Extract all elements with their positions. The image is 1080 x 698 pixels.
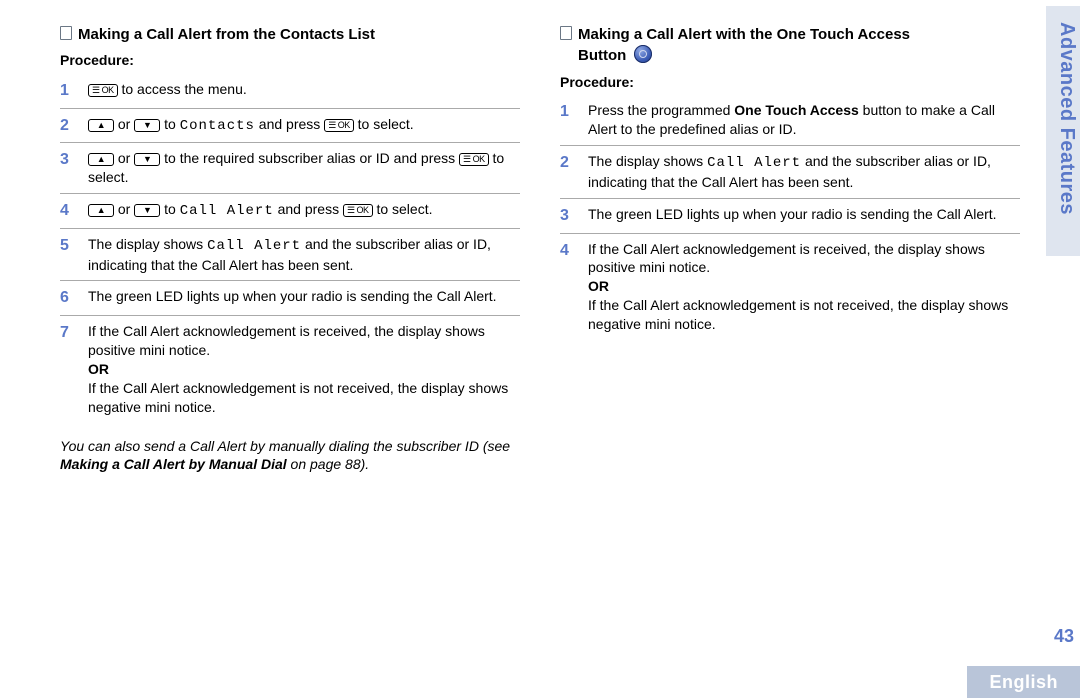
step-body: The display shows Call Alert and the sub…	[88, 235, 520, 275]
step-text: to the required subscriber alias or ID a…	[160, 150, 459, 166]
step-text: or	[114, 150, 134, 166]
ui-bold: One Touch Access	[734, 102, 858, 118]
step-number: 2	[60, 115, 78, 137]
up-key-icon: ▲	[88, 153, 114, 166]
step-text: and press	[255, 116, 324, 132]
document-icon	[60, 26, 72, 40]
procedure-label: Procedure:	[560, 73, 1020, 92]
step-number: 1	[60, 80, 78, 102]
step-row: 2 The display shows Call Alert and the s…	[560, 146, 1020, 199]
footnote-text: You can also send a Call Alert by manual…	[60, 438, 510, 454]
step-row: 5 The display shows Call Alert and the s…	[60, 229, 520, 282]
step-number: 3	[560, 205, 578, 227]
title-text: Button	[578, 47, 626, 64]
step-row: 3 The green LED lights up when your radi…	[560, 199, 1020, 234]
step-text: to access the menu.	[118, 81, 247, 97]
step-row: 4 ▲ or ▼ to Call Alert and press ☰ OK to…	[60, 194, 520, 229]
step-number: 7	[60, 322, 78, 416]
step-body: If the Call Alert acknowledgement is rec…	[88, 322, 520, 416]
ui-literal: Call Alert	[207, 238, 301, 254]
right-column: Making a Call Alert with the One Touch A…	[560, 25, 1020, 474]
ok-key-icon: ☰ OK	[459, 153, 489, 166]
or-label: OR	[588, 277, 1020, 296]
footnote-text: on page 88).	[287, 456, 370, 472]
step-text: The display shows	[588, 153, 707, 169]
step-number: 6	[60, 287, 78, 309]
ui-literal: Call Alert	[180, 203, 274, 219]
ui-literal: Contacts	[180, 118, 255, 134]
step-row: 1 ☰ OK to access the menu.	[60, 74, 520, 109]
step-row: 4 If the Call Alert acknowledgement is r…	[560, 234, 1020, 340]
step-text: to select.	[373, 201, 433, 217]
ok-key-icon: ☰ OK	[324, 119, 354, 132]
left-column: Making a Call Alert from the Contacts Li…	[60, 25, 520, 474]
title-text: Making a Call Alert from the Contacts Li…	[78, 26, 375, 43]
up-key-icon: ▲	[88, 204, 114, 217]
step-text: to	[160, 116, 179, 132]
step-text: and press	[274, 201, 343, 217]
step-body: ▲ or ▼ to Contacts and press ☰ OK to sel…	[88, 115, 520, 137]
content-columns: Making a Call Alert from the Contacts Li…	[60, 25, 1020, 474]
step-row: 3 ▲ or ▼ to the required subscriber alia…	[60, 143, 520, 194]
step-row: 6 The green LED lights up when your radi…	[60, 281, 520, 316]
step-text: to select.	[354, 116, 414, 132]
step-text: or	[114, 116, 134, 132]
or-label: OR	[88, 360, 520, 379]
ok-key-icon: ☰ OK	[343, 204, 373, 217]
footnote-link: Making a Call Alert by Manual Dial	[60, 456, 287, 472]
step-body: Press the programmed One Touch Access bu…	[588, 101, 1020, 139]
one-touch-access-icon	[634, 45, 652, 63]
document-icon	[560, 26, 572, 40]
title-text: Making a Call Alert with the One Touch A…	[578, 26, 910, 43]
ok-key-icon: ☰ OK	[88, 84, 118, 97]
step-text: If the Call Alert acknowledgement is not…	[88, 379, 520, 417]
right-section-title: Making a Call Alert with the One Touch A…	[560, 25, 1020, 67]
footer-language: English	[967, 666, 1080, 698]
step-number: 3	[60, 149, 78, 187]
down-key-icon: ▼	[134, 119, 160, 132]
step-body: The green LED lights up when your radio …	[88, 287, 520, 309]
step-row: 7 If the Call Alert acknowledgement is r…	[60, 316, 520, 422]
step-number: 4	[560, 240, 578, 334]
step-body: ▲ or ▼ to the required subscriber alias …	[88, 149, 520, 187]
step-body: If the Call Alert acknowledgement is rec…	[588, 240, 1020, 334]
side-tab-label: Advanced Features	[1046, 10, 1080, 215]
down-key-icon: ▼	[134, 153, 160, 166]
step-body: ▲ or ▼ to Call Alert and press ☰ OK to s…	[88, 200, 520, 222]
step-number: 2	[560, 152, 578, 192]
left-section-title: Making a Call Alert from the Contacts Li…	[60, 25, 520, 45]
step-number: 4	[60, 200, 78, 222]
step-number: 1	[560, 101, 578, 139]
down-key-icon: ▼	[134, 204, 160, 217]
step-text: The display shows	[88, 236, 207, 252]
step-text: If the Call Alert acknowledgement is not…	[588, 296, 1020, 334]
step-body: The green LED lights up when your radio …	[588, 205, 1020, 227]
step-text: or	[114, 201, 134, 217]
document-page: Advanced Features 43 English Making a Ca…	[0, 0, 1080, 698]
procedure-label: Procedure:	[60, 51, 520, 70]
step-row: 1 Press the programmed One Touch Access …	[560, 95, 1020, 146]
step-number: 5	[60, 235, 78, 275]
step-text: to	[160, 201, 179, 217]
step-text: Press the programmed	[588, 102, 734, 118]
ui-literal: Call Alert	[707, 155, 801, 171]
step-text: If the Call Alert acknowledgement is rec…	[588, 240, 1020, 278]
footnote: You can also send a Call Alert by manual…	[60, 437, 520, 475]
step-text: If the Call Alert acknowledgement is rec…	[88, 322, 520, 360]
page-number: 43	[1054, 624, 1074, 648]
up-key-icon: ▲	[88, 119, 114, 132]
step-body: The display shows Call Alert and the sub…	[588, 152, 1020, 192]
step-row: 2 ▲ or ▼ to Contacts and press ☰ OK to s…	[60, 109, 520, 144]
step-body: ☰ OK to access the menu.	[88, 80, 520, 102]
